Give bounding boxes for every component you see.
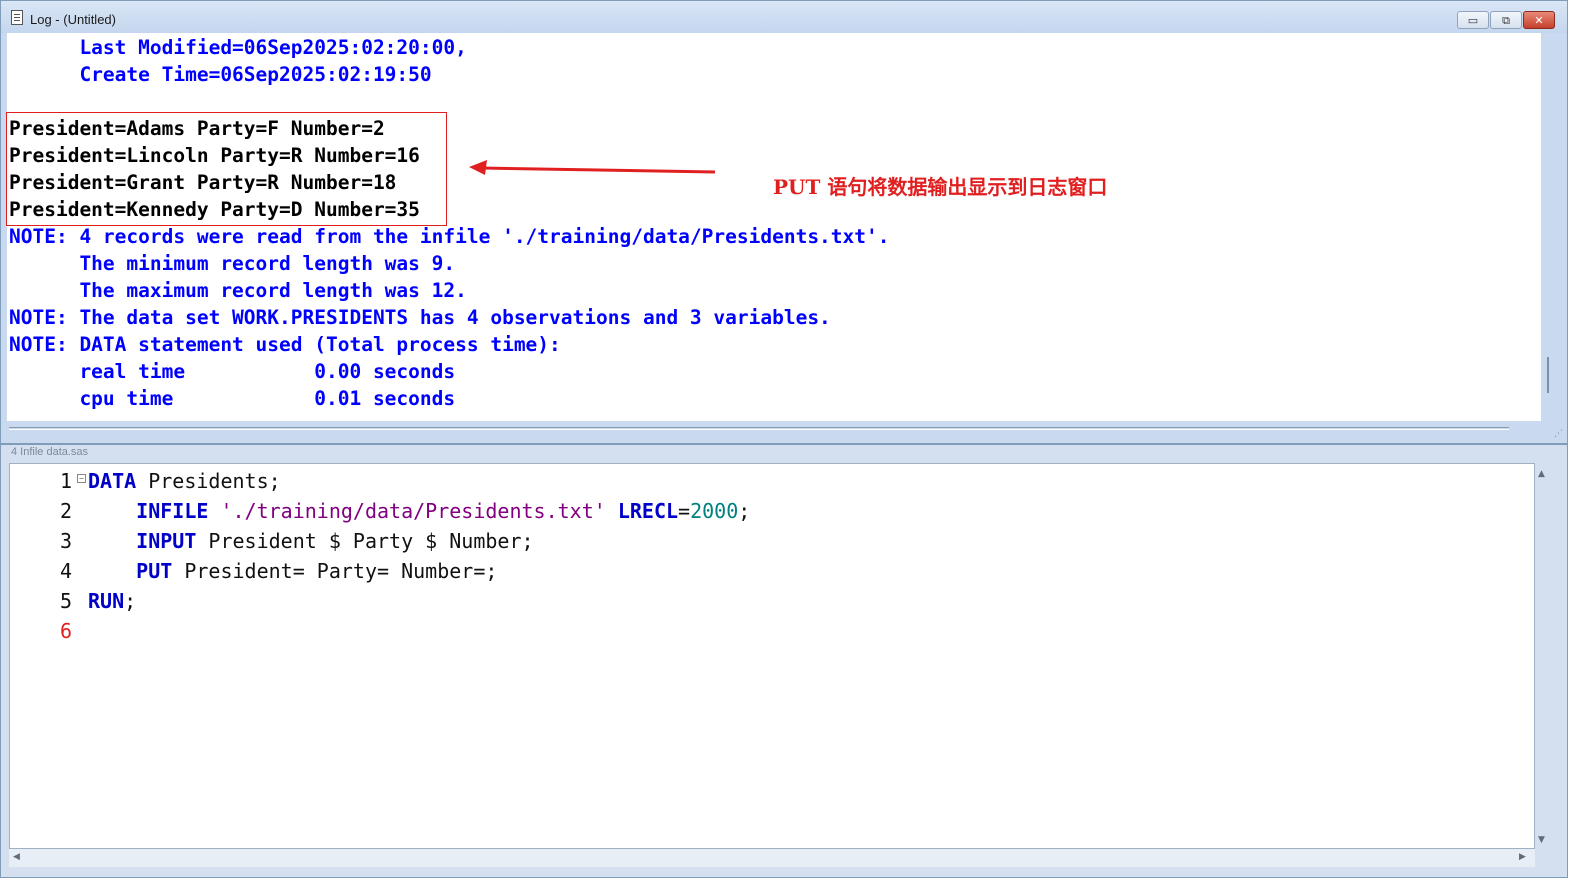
code-line[interactable]: 5 RUN; <box>10 586 1534 616</box>
line-number: 3 <box>60 529 73 553</box>
scroll-down-icon[interactable]: ▼ <box>1538 835 1545 845</box>
close-button[interactable]: ✕ <box>1523 11 1555 29</box>
keyword-token: INFILE <box>136 499 209 523</box>
code-text: DATA Presidents; <box>88 466 281 496</box>
annotation-arrow-icon <box>469 160 716 175</box>
code-token: ; <box>738 499 751 523</box>
log-text-area[interactable]: Last Modified=06Sep2025:02:20:00, Create… <box>7 33 1541 421</box>
keyword-token: DATA <box>88 469 137 493</box>
log-vertical-scrollbar[interactable] <box>1543 33 1563 433</box>
document-icon <box>11 10 23 25</box>
code-line[interactable]: 2 INFILE './training/data/Presidents.txt… <box>10 496 1534 526</box>
annotation-highlight-box <box>6 112 447 226</box>
log-line: The minimum record length was 9. <box>9 252 456 275</box>
line-number: 5 <box>60 589 73 613</box>
log-note-line: NOTE: The data set WORK.PRESIDENTS has 4… <box>9 306 831 329</box>
keyword-token: PUT <box>136 559 173 583</box>
line-number: 6 <box>60 619 73 643</box>
editor-vertical-scrollbar[interactable]: ▲ ▼ <box>1535 463 1551 849</box>
editor-window: 4 Infile data.sas 1− DATA Presidents; 2 IN… <box>0 444 1568 878</box>
line-number: 1 <box>60 469 73 493</box>
code-token: ; <box>124 589 137 613</box>
code-text: INFILE './training/data/Presidents.txt' … <box>88 496 750 526</box>
scroll-left-icon[interactable]: ◀ <box>13 852 20 862</box>
annotation-label: PUT 语句将数据输出显示到日志窗口 <box>773 175 1108 199</box>
minimize-button[interactable]: ▭ <box>1457 11 1489 29</box>
collapse-minus-icon[interactable]: − <box>77 474 86 483</box>
number-token: 2000 <box>690 499 739 523</box>
code-token: President= Party= Number=; <box>172 559 498 583</box>
log-horizontal-scrollbar[interactable] <box>9 427 1509 430</box>
scroll-right-icon[interactable]: ▶ <box>1519 852 1526 862</box>
log-note-line: NOTE: 4 records were read from the infil… <box>9 225 890 248</box>
line-number: 4 <box>60 559 73 583</box>
code-token: = <box>678 499 691 523</box>
editor-horizontal-scrollbar[interactable]: ◀ ▶ <box>9 849 1535 867</box>
log-line: Last Modified=06Sep2025:02:20:00, <box>9 36 467 59</box>
log-scroll-thumb[interactable] <box>1547 357 1549 393</box>
line-number: 2 <box>60 499 73 523</box>
keyword-token: RUN <box>88 589 125 613</box>
log-line: Create Time=06Sep2025:02:19:50 <box>9 63 432 86</box>
code-text: INPUT President $ Party $ Number; <box>88 526 534 556</box>
code-line[interactable]: 3 INPUT President $ Party $ Number; <box>10 526 1534 556</box>
log-note-line: NOTE: DATA statement used (Total process… <box>9 333 561 356</box>
keyword-token: LRECL <box>617 499 679 523</box>
string-token: './training/data/Presidents.txt' <box>220 499 606 523</box>
code-token: Presidents; <box>136 469 281 493</box>
log-line: cpu time 0.01 seconds <box>9 387 456 410</box>
resize-grip-icon[interactable]: ⋰ <box>1554 429 1563 439</box>
log-title-bar[interactable]: Log - (Untitled) ▭ ⧉ ✕ <box>1 1 1567 33</box>
log-line: real time 0.00 seconds <box>9 360 456 383</box>
window-controls: ▭ ⧉ ✕ <box>1457 11 1555 29</box>
editor-window-title: 4 Infile data.sas <box>11 446 89 458</box>
code-editor[interactable]: 1− DATA Presidents; 2 INFILE './training/d… <box>9 463 1535 849</box>
code-token: President $ Party $ Number; <box>196 529 534 553</box>
code-text: RUN; <box>88 586 136 616</box>
restore-button[interactable]: ⧉ <box>1490 11 1522 29</box>
keyword-token: INPUT <box>136 529 197 553</box>
log-window: Log - (Untitled) ▭ ⧉ ✕ Last Modified=06S… <box>0 0 1568 444</box>
code-line[interactable]: 4 PUT President= Party= Number=; <box>10 556 1534 586</box>
code-text: PUT President= Party= Number=; <box>88 556 497 586</box>
code-line[interactable]: 1− DATA Presidents; <box>10 466 1534 496</box>
log-window-title: Log - (Untitled) <box>30 12 116 27</box>
scroll-up-icon[interactable]: ▲ <box>1538 469 1545 479</box>
log-line: The maximum record length was 12. <box>9 279 467 302</box>
code-line[interactable]: 6 <box>10 616 1534 646</box>
